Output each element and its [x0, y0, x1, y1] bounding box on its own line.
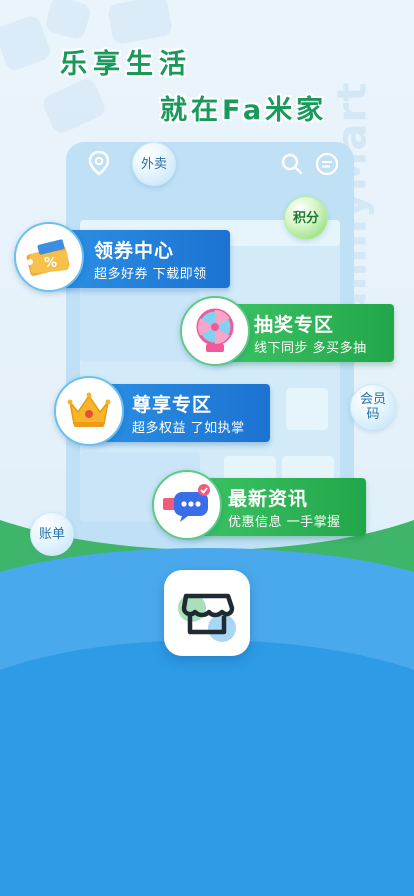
- coupon-ticket-icon: %: [26, 239, 70, 276]
- takeout-bubble[interactable]: 外卖: [132, 142, 176, 186]
- location-pin-icon: [88, 150, 110, 176]
- vip-zone-subtitle: 超多权益 了如执掌: [132, 421, 245, 436]
- lottery-zone-icon-circle: [180, 296, 250, 366]
- app-icon[interactable]: [164, 570, 250, 656]
- latest-news-subtitle: 优惠信息 一手掌握: [228, 515, 341, 530]
- crown-icon: [67, 392, 111, 427]
- takeout-label: 外卖: [140, 156, 167, 172]
- points-label: 积分: [292, 210, 319, 226]
- prize-wheel-icon: [196, 308, 234, 352]
- member-code-label-1: 会员: [359, 392, 386, 407]
- store-awning-icon: [178, 593, 236, 642]
- vip-zone-title: 尊享专区: [132, 394, 213, 416]
- chat-bubble-icon: [163, 484, 210, 522]
- latest-news-title: 最新资讯: [228, 488, 309, 510]
- lottery-zone-title: 抽奖专区: [254, 314, 335, 336]
- coupon-center-icon-circle: %: [14, 222, 84, 292]
- headline-line2: 就在Fa米家: [160, 95, 328, 126]
- member-code-label-2: 码: [366, 407, 380, 422]
- bill-bubble[interactable]: 账单: [30, 512, 74, 556]
- member-code-bubble[interactable]: 会员 码: [350, 384, 396, 430]
- coupon-center-title: 领券中心: [94, 240, 175, 262]
- phone-placeholder-block: [286, 388, 328, 430]
- headline-line1: 乐享生活: [60, 49, 192, 80]
- points-bubble[interactable]: 积分: [284, 196, 328, 240]
- coupon-center-subtitle: 超多好券 下载即领: [94, 267, 207, 282]
- vip-zone-icon-circle: [54, 376, 124, 446]
- search-icon: [281, 153, 303, 175]
- svg-text:%: %: [44, 256, 57, 271]
- bill-label: 账单: [38, 526, 65, 542]
- lottery-zone-subtitle: 线下同步 多买多抽: [254, 341, 367, 356]
- coupon-center-card[interactable]: 领券中心 超多好券 下载即领: [60, 230, 230, 288]
- bottom-wave-background: [0, 520, 414, 896]
- message-icon: [315, 152, 339, 176]
- latest-news-icon-circle: [152, 470, 222, 540]
